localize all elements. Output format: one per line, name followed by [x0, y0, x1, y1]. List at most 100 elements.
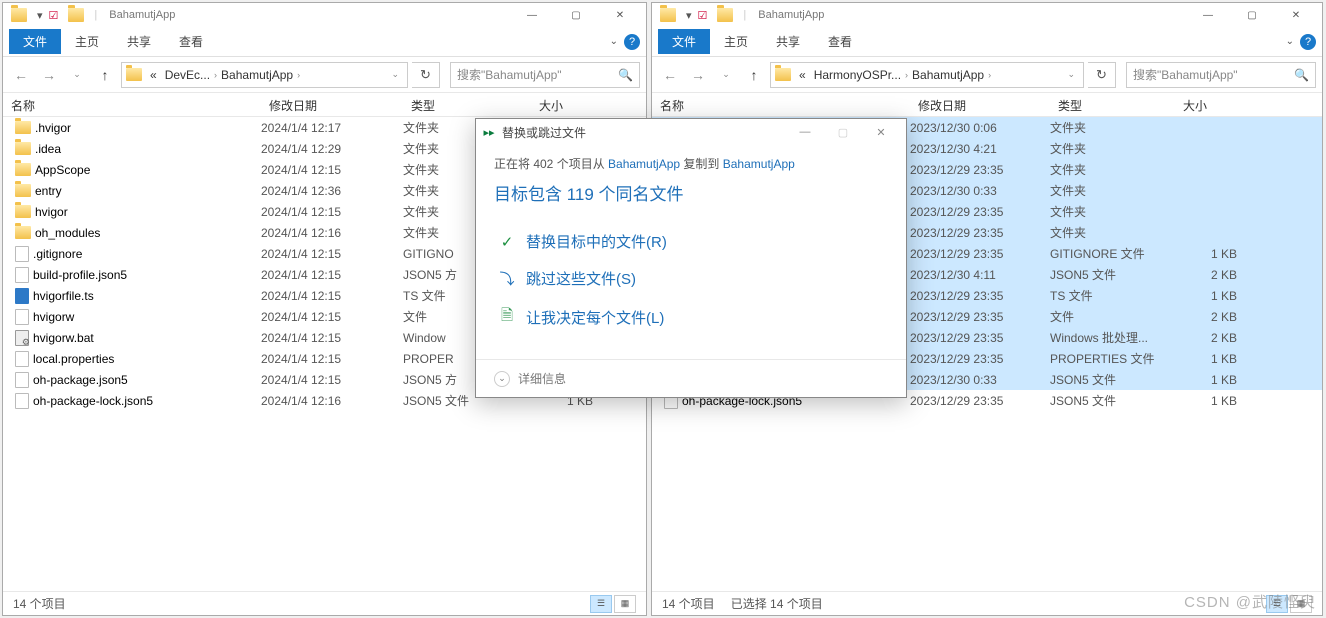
up-button[interactable]: ↑ [93, 63, 117, 87]
close-button[interactable]: ✕ [1274, 3, 1318, 27]
option-replace[interactable]: ✓ 替换目标中的文件(R) [494, 223, 888, 260]
column-type[interactable]: 类型 [1050, 93, 1175, 116]
file-date: 2024/1/4 12:16 [261, 226, 403, 240]
ribbon-chevron-icon[interactable]: ⌄ [610, 36, 618, 47]
forward-button[interactable]: → [686, 63, 710, 87]
tab-file[interactable]: 文件 [9, 29, 61, 54]
forward-button[interactable]: → [37, 63, 61, 87]
column-name[interactable]: 名称 [652, 93, 910, 116]
file-type: JSON5 文件 [1050, 371, 1175, 388]
search-icon[interactable]: 🔍 [1294, 68, 1309, 82]
close-button[interactable]: ✕ [598, 3, 642, 27]
more-details[interactable]: 详细信息 [518, 370, 566, 387]
help-icon[interactable]: ? [624, 34, 640, 50]
ribbon-chevron-icon[interactable]: ⌄ [1286, 36, 1294, 47]
help-icon[interactable]: ? [1300, 34, 1316, 50]
option-skip[interactable]: ⤵ 跳过这些文件(S) [494, 260, 888, 297]
expand-chevron-icon[interactable]: ⌄ [494, 371, 510, 387]
folder-icon [15, 184, 31, 197]
folder-icon [660, 8, 676, 22]
search-icon[interactable]: 🔍 [618, 68, 633, 82]
chevron-right-icon[interactable]: › [988, 70, 991, 80]
file-date: 2024/1/4 12:15 [261, 289, 403, 303]
status-count: 14 个项目 [13, 595, 66, 612]
tab-share[interactable]: 共享 [113, 29, 165, 54]
breadcrumb-overflow[interactable]: « [146, 68, 161, 82]
folder-icon [15, 121, 31, 134]
column-name[interactable]: 名称 [3, 93, 261, 116]
dialog-footer: ⌄ 详细信息 [476, 359, 906, 397]
breadcrumb-item[interactable]: BahamutjApp [908, 68, 988, 82]
qat-chevron[interactable]: ▾ [686, 9, 692, 22]
file-type: 文件 [1050, 308, 1175, 325]
refresh-button[interactable]: ↻ [1088, 62, 1116, 88]
minimize-button[interactable]: — [1186, 3, 1230, 27]
address-bar[interactable]: « HarmonyOSPr... › BahamutjApp › ⌄ [770, 62, 1084, 88]
tab-home[interactable]: 主页 [710, 29, 762, 54]
source-link[interactable]: BahamutjApp [608, 157, 680, 171]
file-size: 1 KB [1175, 247, 1237, 261]
column-size[interactable]: 大小 [531, 93, 597, 116]
dest-link[interactable]: BahamutjApp [723, 157, 795, 171]
titlebar[interactable]: ▾ ☑ | BahamutjApp — ▢ ✕ [3, 3, 646, 27]
maximize-button[interactable]: ▢ [554, 3, 598, 27]
column-size[interactable]: 大小 [1175, 93, 1241, 116]
tab-home[interactable]: 主页 [61, 29, 113, 54]
address-dropdown-icon[interactable]: ⌄ [1063, 69, 1079, 80]
tab-share[interactable]: 共享 [762, 29, 814, 54]
file-date: 2023/12/30 0:33 [910, 184, 1050, 198]
search-placeholder: 搜索"BahamutjApp" [1133, 66, 1238, 83]
qat-chevron[interactable]: ▾ [37, 9, 43, 22]
status-count: 14 个项目 [662, 595, 715, 612]
folder-icon [11, 8, 27, 22]
up-button[interactable]: ↑ [742, 63, 766, 87]
address-bar[interactable]: « DevEc... › BahamutjApp › ⌄ [121, 62, 408, 88]
file-type: Windows 批处理... [1050, 329, 1175, 346]
minimize-button[interactable]: — [510, 3, 554, 27]
navbar: ← → ⌄ ↑ « DevEc... › BahamutjApp › ⌄ ↻ 搜… [3, 57, 646, 93]
breadcrumb-item[interactable]: DevEc... [161, 68, 214, 82]
qat-check-icon[interactable]: ☑ [698, 9, 708, 22]
column-date[interactable]: 修改日期 [910, 93, 1050, 116]
tab-view[interactable]: 查看 [814, 29, 866, 54]
view-icons-button[interactable]: ▦ [614, 595, 636, 613]
search-input[interactable]: 搜索"BahamutjApp" 🔍 [1126, 62, 1316, 88]
recent-chevron-icon[interactable]: ⌄ [714, 63, 738, 87]
file-name: hvigor [35, 205, 68, 219]
tab-view[interactable]: 查看 [165, 29, 217, 54]
breadcrumb-overflow[interactable]: « [795, 68, 810, 82]
back-button[interactable]: ← [9, 63, 33, 87]
close-button[interactable]: ✕ [862, 126, 900, 139]
tab-file[interactable]: 文件 [658, 29, 710, 54]
copy-icon: ▸▸ [482, 125, 496, 139]
file-name: AppScope [35, 163, 90, 177]
minimize-button[interactable]: — [786, 126, 824, 138]
column-date[interactable]: 修改日期 [261, 93, 403, 116]
file-date: 2023/12/30 0:33 [910, 373, 1050, 387]
dialog-titlebar[interactable]: ▸▸ 替换或跳过文件 — ▢ ✕ [476, 119, 906, 145]
breadcrumb-item[interactable]: BahamutjApp [217, 68, 297, 82]
chevron-right-icon[interactable]: › [297, 70, 300, 80]
file-date: 2023/12/30 0:06 [910, 121, 1050, 135]
search-input[interactable]: 搜索"BahamutjApp" 🔍 [450, 62, 640, 88]
window-title: BahamutjApp [758, 9, 824, 21]
file-icon [15, 267, 29, 283]
back-button[interactable]: ← [658, 63, 682, 87]
dialog-body: 正在将 402 个项目从 BahamutjApp 复制到 BahamutjApp… [476, 145, 906, 359]
file-name: local.properties [33, 352, 114, 366]
ribbon: 文件 主页 共享 查看 ⌄ ? [3, 27, 646, 57]
file-date: 2024/1/4 12:16 [261, 394, 403, 408]
file-date: 2023/12/29 23:35 [910, 247, 1050, 261]
option-decide[interactable]: 🗎 让我决定每个文件(L) [494, 297, 888, 338]
view-details-button[interactable]: ☰ [590, 595, 612, 613]
folder-icon [717, 8, 733, 22]
file-date: 2024/1/4 12:15 [261, 205, 403, 219]
column-type[interactable]: 类型 [403, 93, 531, 116]
breadcrumb-item[interactable]: HarmonyOSPr... [810, 68, 905, 82]
address-dropdown-icon[interactable]: ⌄ [387, 69, 403, 80]
qat-check-icon[interactable]: ☑ [49, 9, 59, 22]
titlebar[interactable]: ▾ ☑ | BahamutjApp — ▢ ✕ [652, 3, 1322, 27]
maximize-button[interactable]: ▢ [1230, 3, 1274, 27]
refresh-button[interactable]: ↻ [412, 62, 440, 88]
recent-chevron-icon[interactable]: ⌄ [65, 63, 89, 87]
